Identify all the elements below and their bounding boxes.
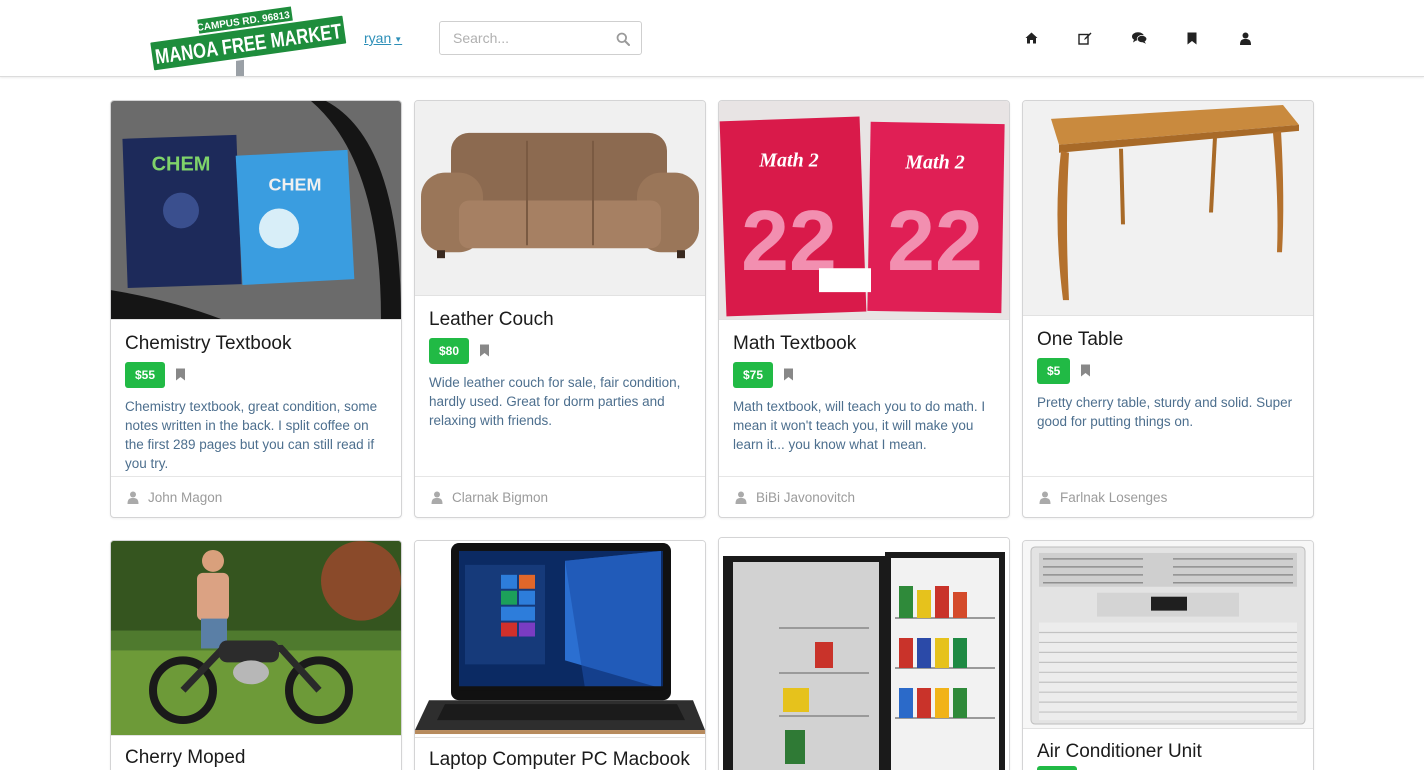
listing-title[interactable]: Air Conditioner Unit — [1037, 741, 1299, 764]
listing-title[interactable]: Leather Couch — [429, 309, 691, 332]
price-label: $5 — [1037, 357, 1071, 384]
user-icon — [431, 491, 443, 504]
listing-card[interactable]: Air Conditioner Unit — [1022, 540, 1314, 770]
table-image[interactable] — [1023, 101, 1313, 316]
listing-description: Chemistry textbook, great condition, som… — [125, 398, 378, 471]
listing-card[interactable]: Leather Couch $80 Wide leather couch for… — [414, 100, 706, 518]
listing-title[interactable]: Chemistry Textbook — [125, 333, 387, 356]
seller-footer: BiBi Javonovitch — [719, 476, 1009, 517]
seller-footer: Farlnak Losenges — [1023, 476, 1313, 517]
seller-footer: Clarnak Bigmon — [415, 476, 705, 517]
username-label[interactable]: ryan — [364, 30, 391, 46]
price-label — [1037, 765, 1077, 770]
user-icon — [127, 491, 139, 504]
listing-card[interactable]: Math 2 Math 2 22 22 Math Textbook $75 Ma… — [718, 100, 1010, 518]
moped-image[interactable] — [111, 541, 401, 736]
listing-description: Pretty cherry table, sturdy and solid. S… — [1037, 394, 1293, 429]
listing-title[interactable]: Cherry Moped — [125, 747, 387, 770]
listing-card[interactable]: Cherry Moped — [110, 540, 402, 770]
svg-text:Math 2: Math 2 — [758, 150, 818, 172]
user-icon[interactable] — [1232, 28, 1258, 48]
seller-name[interactable]: BiBi Javonovitch — [756, 490, 855, 505]
bookmark-icon[interactable] — [479, 344, 490, 357]
top-navbar: CAMPUS RD. 96813 MANOA FREE MARKET ryan ▼ — [0, 0, 1424, 77]
home-icon[interactable] — [1018, 28, 1044, 48]
seller-footer: John Magon — [111, 476, 401, 517]
math-books-image[interactable]: Math 2 Math 2 22 22 — [719, 101, 1009, 320]
bookmark-icon[interactable] — [1080, 364, 1091, 377]
search-box[interactable] — [439, 21, 642, 55]
price-label: $80 — [429, 337, 470, 364]
laptop-image[interactable] — [415, 541, 705, 738]
listing-card[interactable]: CHEM CHEM Chemistry Textbook $55 Chemist… — [110, 100, 402, 518]
user-icon — [735, 491, 747, 504]
bookmark-icon[interactable] — [1179, 28, 1205, 48]
fridge-image[interactable] — [719, 538, 1009, 770]
seller-name[interactable]: Clarnak Bigmon — [452, 490, 548, 505]
couch-image[interactable] — [415, 101, 705, 296]
listing-title[interactable]: Math Textbook — [733, 333, 995, 356]
chemistry-books-image[interactable]: CHEM CHEM — [111, 101, 401, 320]
seller-name[interactable]: John Magon — [148, 490, 222, 505]
price-label: $55 — [125, 361, 166, 388]
air-conditioner-image[interactable] — [1023, 541, 1313, 729]
listing-card[interactable] — [718, 537, 1010, 770]
svg-text:CHEM: CHEM — [269, 175, 322, 195]
listing-title[interactable]: One Table — [1037, 329, 1299, 352]
user-dropdown[interactable]: ryan ▼ — [364, 30, 402, 46]
svg-text:Math 2: Math 2 — [904, 152, 964, 174]
comments-icon[interactable] — [1126, 28, 1152, 48]
bookmark-icon[interactable] — [783, 368, 794, 381]
price-label: $75 — [733, 361, 774, 388]
bookmark-icon[interactable] — [175, 368, 186, 381]
listing-title[interactable]: Laptop Computer PC Macbook — [429, 749, 691, 770]
listing-card[interactable]: One Table $5 Pretty cherry table, sturdy… — [1022, 100, 1314, 518]
seller-name[interactable]: Farlnak Losenges — [1060, 490, 1167, 505]
svg-text:22: 22 — [887, 193, 983, 289]
caret-down-icon: ▼ — [394, 34, 403, 44]
listing-card[interactable]: Laptop Computer PC Macbook — [414, 540, 706, 770]
search-input[interactable] — [453, 30, 613, 46]
user-icon — [1039, 491, 1051, 504]
search-icon[interactable] — [616, 32, 630, 46]
site-logo[interactable]: CAMPUS RD. 96813 MANOA FREE MARKET — [148, 4, 349, 76]
listing-description: Math textbook, will teach you to do math… — [733, 398, 986, 452]
edit-icon[interactable] — [1072, 28, 1098, 48]
listing-description: Wide leather couch for sale, fair condit… — [429, 374, 681, 428]
svg-text:CHEM: CHEM — [152, 154, 211, 176]
